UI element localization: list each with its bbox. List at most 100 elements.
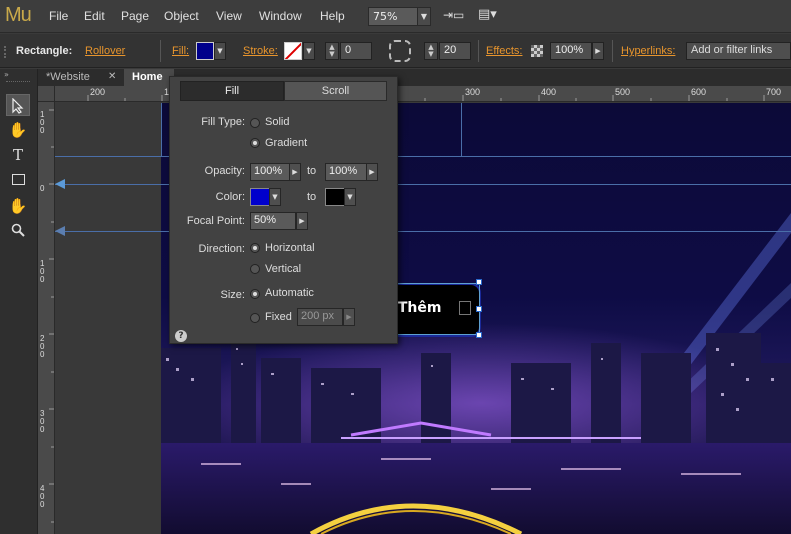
view-mode-icon[interactable]: ▤▾ [478,7,497,22]
vertical-ruler[interactable]: 100 0 100 200 300 400 [38,102,55,534]
tab-home[interactable]: Home [124,69,174,86]
opacity-label: Opacity: [204,165,245,177]
opacity-from-arrow[interactable]: ▶ [289,163,301,181]
menu-edit[interactable]: Edit [84,9,105,23]
collapse-icon[interactable]: » [4,70,9,79]
menu-file[interactable]: File [49,9,68,23]
preview-icon[interactable]: ⇥▭ [443,8,464,22]
fill-type-label: Fill Type: [201,116,245,128]
selection-tool-icon[interactable] [6,94,30,116]
color-from-arrow[interactable]: ▼ [269,188,281,206]
focal-point-label: Focal Point: [186,215,245,227]
stroke-dropdown-arrow[interactable]: ▼ [303,42,315,60]
element-type-label: Rectangle: [16,45,73,57]
zoom-dropdown[interactable]: 75% [368,7,418,26]
guide-line [55,184,791,185]
footer-marker-icon[interactable] [55,226,65,236]
menu-page[interactable]: Page [121,9,149,23]
hyperlinks-link[interactable]: Hyperlinks: [621,45,675,57]
vertical-radio[interactable] [250,264,260,274]
fixed-size-input[interactable]: 200 px [297,308,343,326]
opacity-to-arrow[interactable]: ▶ [366,163,378,181]
automatic-label[interactable]: Automatic [265,287,314,299]
corner-radius-stepper[interactable]: ▲ ▼ [424,42,438,60]
resize-handle[interactable] [476,306,482,312]
resize-handle[interactable] [476,332,482,338]
grip-handle [4,46,10,58]
stroke-width-input[interactable]: 0 [340,42,372,60]
ruler-label: 0 [40,184,45,193]
horizontal-ruler[interactable]: 200 1 300 400 500 600 700 [55,86,791,102]
ruler-label: 400 [541,87,557,97]
ruler-label: 200 [40,334,45,359]
fixed-radio[interactable] [250,313,260,323]
zoom-tool-icon[interactable] [6,219,30,241]
gradient-label[interactable]: Gradient [265,137,307,149]
guide-line [461,103,462,157]
menu-object[interactable]: Object [164,9,199,23]
document-tabs: *Website ✕ Home [38,69,791,86]
rectangle-tool-icon[interactable] [6,169,30,191]
control-bar: Rectangle: Rollover Fill: ▼ Stroke: ▼ ▲ ▼… [0,34,791,68]
menu-view[interactable]: View [216,9,242,23]
opacity-icon [531,45,543,57]
ruler-label: 300 [40,409,45,434]
state-rollover-link[interactable]: Rollover [85,45,125,57]
tab-fill[interactable]: Fill [180,81,284,101]
stroke-link[interactable]: Stroke: [243,45,278,57]
text-tool-icon[interactable]: T [6,144,30,166]
to-label: to [307,191,317,203]
opacity-from-input[interactable]: 100% [250,163,290,181]
muse-logo: Mu [5,4,32,26]
ruler-label: 600 [691,87,707,97]
resize-handle[interactable] [476,279,482,285]
solid-radio[interactable] [250,118,260,128]
tab-scroll[interactable]: Scroll [284,81,387,101]
grip-handle [6,81,30,84]
gradient-radio[interactable] [250,138,260,148]
hyperlinks-input[interactable]: Add or filter links [686,42,791,60]
size-label: Size: [220,289,245,301]
automatic-radio[interactable] [250,289,260,299]
horizontal-label[interactable]: Horizontal [265,242,315,254]
crop-tool-icon[interactable]: ✋ [6,119,30,141]
divider [160,40,161,62]
vertical-label[interactable]: Vertical [265,263,301,275]
tools-panel: » ✋ T ✋ [0,69,38,534]
color-label: Color: [215,191,245,203]
effects-link[interactable]: Effects: [486,45,522,57]
ruler-label: 300 [465,87,481,97]
fill-color-swatch[interactable] [196,42,214,60]
ruler-label: 100 [40,110,45,135]
zoom-dropdown-arrow[interactable]: ▼ [417,7,431,26]
opacity-input[interactable]: 100% [550,42,592,60]
header-marker-icon[interactable] [55,179,65,189]
color-to-swatch[interactable] [325,188,345,206]
corner-radius-input[interactable]: 20 [439,42,471,60]
ruler-label: 400 [40,484,45,509]
menu-help[interactable]: Help [320,9,345,23]
solid-label[interactable]: Solid [265,116,289,128]
opacity-to-input[interactable]: 100% [325,163,367,181]
fixed-size-arrow[interactable]: ▶ [343,308,355,326]
help-icon[interactable]: ? [175,330,187,342]
fixed-label[interactable]: Fixed [265,311,292,323]
close-icon[interactable]: ✕ [108,71,116,82]
stroke-none-swatch[interactable] [284,42,302,60]
opacity-arrow[interactable]: ▶ [592,42,604,60]
design-canvas[interactable]: u Thêm [55,103,791,534]
focal-point-input[interactable]: 50% [250,212,296,230]
focal-point-arrow[interactable]: ▶ [296,212,308,230]
color-to-arrow[interactable]: ▼ [344,188,356,206]
fill-link[interactable]: Fill: [172,45,189,57]
tab-label: Home [132,71,163,83]
horizontal-radio[interactable] [250,243,260,253]
ruler-label: 200 [90,87,106,97]
corner-radius-icon[interactable] [389,40,411,62]
divider [478,40,479,62]
fill-dropdown-arrow[interactable]: ▼ [214,42,226,60]
stroke-width-stepper[interactable]: ▲ ▼ [325,42,339,60]
color-from-swatch[interactable] [250,188,270,206]
menu-window[interactable]: Window [259,9,302,23]
hand-tool-icon[interactable]: ✋ [6,195,30,217]
